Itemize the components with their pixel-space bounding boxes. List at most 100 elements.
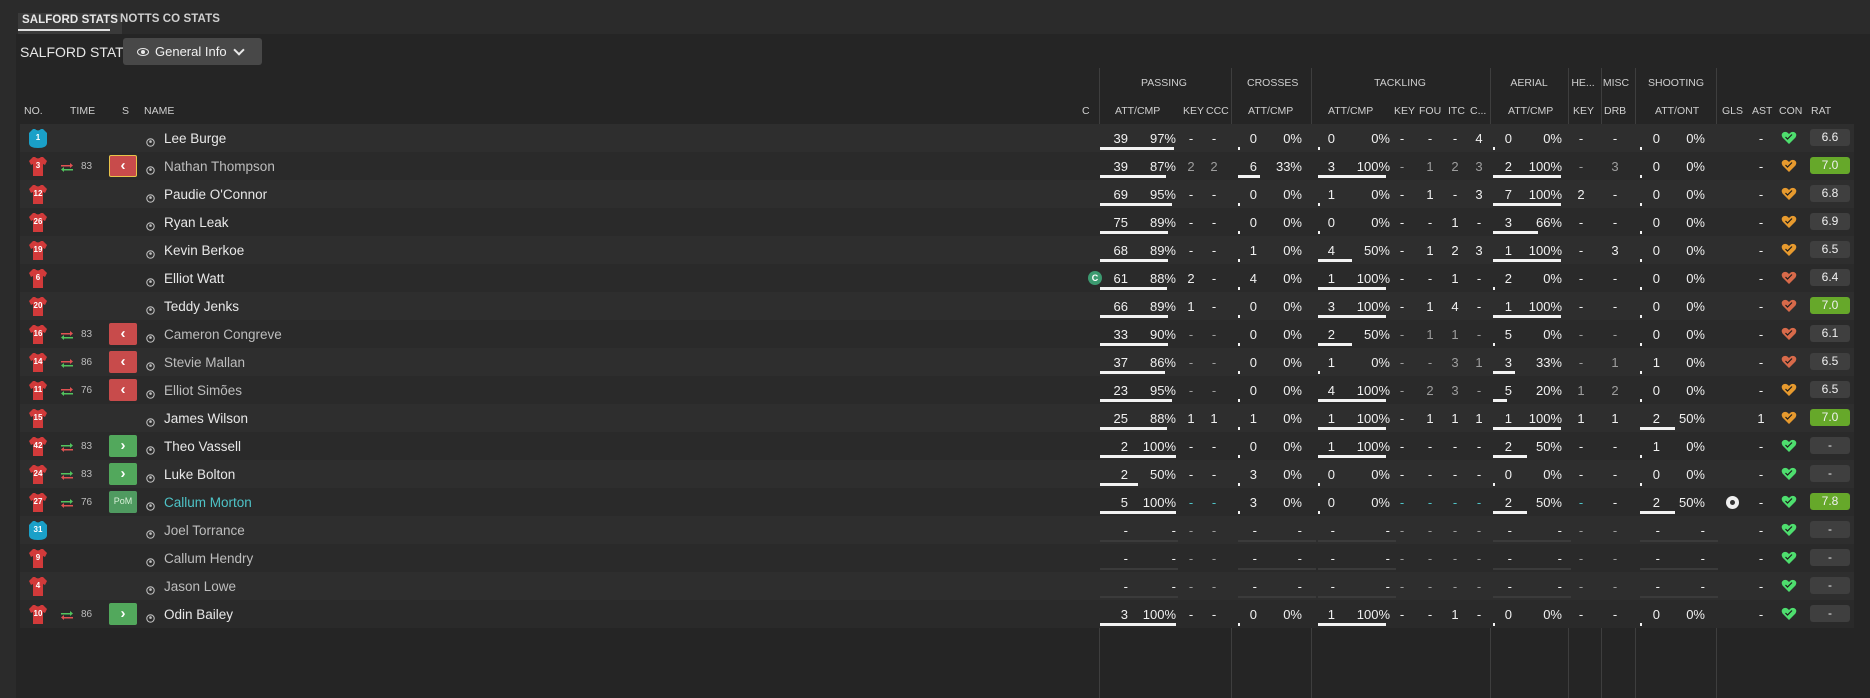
stat-sa: 0: [1652, 299, 1660, 314]
col-header-no[interactable]: NO.: [24, 105, 43, 117]
stat-tp: 100%: [1356, 299, 1390, 314]
col-header-drb[interactable]: DRB: [1604, 105, 1626, 117]
stat-ccc: -: [1211, 215, 1217, 230]
player-name[interactable]: Kevin Berkoe: [164, 243, 244, 258]
table-row[interactable]: 24 83 › Luke Bolton 2 50% - -3 0% 0 0% - - - -0 0% - -0 0%…: [20, 460, 1854, 488]
table-row[interactable]: 14 86 ‹ Stevie Mallan 37 86% - -0 0% 1 0% - -3 1 3 33% -…: [20, 348, 1854, 376]
view-selector-dropdown[interactable]: General Info: [123, 38, 262, 65]
player-name[interactable]: Callum Morton: [164, 495, 252, 510]
col-header-con[interactable]: CON: [1779, 105, 1802, 117]
shirt-number: 42: [33, 441, 43, 450]
table-row[interactable]: 20 Teddy Jenks 66 89% 1-0 0% 3 100% -1 4-1 100% - -0…: [20, 292, 1854, 320]
player-profile-icon: [146, 358, 155, 371]
col-header-ccc[interactable]: CCC: [1206, 105, 1229, 117]
col-header-s[interactable]: S: [122, 105, 129, 117]
player-name[interactable]: James Wilson: [164, 411, 248, 426]
table-row[interactable]: 19 Kevin Berkoe 68 89% - -1 0% 4 50% -1 2 3 1 100% -3 0…: [20, 236, 1854, 264]
shirt-icon: 16: [27, 323, 49, 345]
group-header-misc: MISC: [1602, 77, 1630, 89]
stat-ast: -: [1758, 355, 1764, 370]
match-rating: 7.0: [1810, 297, 1850, 314]
col-header-key[interactable]: KEY: [1183, 105, 1204, 117]
table-row[interactable]: 26 Ryan Leak 75 89% - -0 0% 0 0% - -1-3 66% - -0 0% -6.…: [20, 208, 1854, 236]
col-header-passing-att-cmp[interactable]: ATT/CMP: [1115, 105, 1160, 117]
col-header-gls[interactable]: GLS: [1722, 105, 1743, 117]
condition-heart-icon: [1781, 411, 1797, 425]
stat-itc: -: [1452, 495, 1458, 510]
col-header-time[interactable]: TIME: [70, 105, 95, 117]
stat-sa-completion-bar: [1640, 568, 1718, 570]
player-name[interactable]: Nathan Thompson: [164, 159, 275, 174]
player-name[interactable]: Stevie Mallan: [164, 355, 245, 370]
stat-key: -: [1188, 439, 1194, 454]
player-profile-icon: [146, 526, 155, 539]
stat-hk: -: [1578, 523, 1584, 538]
shirt-icon: 6: [27, 267, 49, 289]
stat-aa: -: [1507, 523, 1512, 538]
col-header-ast[interactable]: AST: [1752, 105, 1772, 117]
col-header-c2[interactable]: C...: [1470, 105, 1486, 117]
stat-pa: 5: [1120, 495, 1128, 510]
col-header-c[interactable]: C: [1082, 105, 1090, 117]
player-name[interactable]: Jason Lowe: [164, 579, 236, 594]
substitution-icon: [60, 468, 74, 480]
player-name[interactable]: Cameron Congreve: [164, 327, 282, 342]
player-name[interactable]: Paudie O'Connor: [164, 187, 267, 202]
player-name[interactable]: Lee Burge: [164, 131, 226, 146]
player-name[interactable]: Elliot Simões: [164, 383, 242, 398]
table-row[interactable]: 9 Callum Hendry - - - - - - - - - - - - - - - - - - - -: [20, 544, 1854, 572]
substitution-icon: [60, 328, 74, 340]
player-name[interactable]: Theo Vassell: [164, 439, 241, 454]
shirt-number: 26: [33, 217, 43, 226]
stat-pp: 100%: [1142, 495, 1176, 510]
col-header-tackling-key[interactable]: KEY: [1394, 105, 1415, 117]
player-name[interactable]: Joel Torrance: [164, 523, 245, 538]
col-header-fou[interactable]: FOU: [1419, 105, 1441, 117]
shirt-number: 1: [35, 133, 41, 142]
stat-c2: -: [1476, 467, 1482, 482]
player-name[interactable]: Luke Bolton: [164, 467, 235, 482]
substitution-icon: [60, 496, 74, 508]
player-name[interactable]: Callum Hendry: [164, 551, 253, 566]
stat-aa: -: [1507, 579, 1512, 594]
col-header-headers-key[interactable]: KEY: [1573, 105, 1594, 117]
player-name[interactable]: Odin Bailey: [164, 607, 233, 622]
col-header-name[interactable]: NAME: [144, 105, 174, 117]
col-header-shooting-att-ont[interactable]: ATT/ONT: [1655, 105, 1699, 117]
stat-tp: 0%: [1371, 187, 1390, 202]
col-header-itc[interactable]: ITC: [1448, 105, 1465, 117]
col-header-aerial-att-cmp[interactable]: ATT/CMP: [1508, 105, 1553, 117]
stat-pa-completion-bar: [1100, 596, 1178, 598]
stat-sa: 1: [1652, 355, 1660, 370]
stat-sa: -: [1655, 579, 1660, 594]
stat-hk: -: [1578, 607, 1584, 622]
table-row[interactable]: 11 76 ‹ Elliot Simões 23 95% - -0 0% 4 100% -2 3-5 20…: [20, 376, 1854, 404]
col-header-crosses-att-cmp[interactable]: ATT/CMP: [1248, 105, 1293, 117]
stat-ca: -: [1252, 551, 1257, 566]
stat-cp: 0%: [1283, 327, 1302, 342]
condition-heart-icon: [1781, 187, 1797, 201]
col-header-tackling-att-cmp[interactable]: ATT/CMP: [1328, 105, 1373, 117]
stat-ta-completion-bar: [1318, 455, 1386, 458]
table-row[interactable]: 15 James Wilson 25 88% 1 1 1 0% 1 100% -1 1 1 1 100% 1 1…: [20, 404, 1854, 432]
col-header-rat[interactable]: RAT: [1811, 105, 1831, 117]
table-row[interactable]: 42 83 › Theo Vassell 2 100% - -0 0% 1 100% - - - -2 50%…: [20, 432, 1854, 460]
player-name[interactable]: Teddy Jenks: [164, 299, 239, 314]
chevron-right-icon: ›: [120, 437, 126, 454]
table-row[interactable]: 31 Joel Torrance - - - - - - - - - - - - - - - - - - - -: [20, 516, 1854, 544]
table-row[interactable]: 6 Elliot Watt C 61 88% 2-4 0% 1 100% - -1-2 0% - -0 0%…: [20, 264, 1854, 292]
substitution-icon: [60, 160, 74, 172]
table-row[interactable]: 4 Jason Lowe - - - - - - - - - - - - - - - - - - - -: [20, 572, 1854, 600]
table-row[interactable]: 12 Paudie O'Connor 69 95% - -0 0% 1 0% -1-3 7 100% 2…: [20, 180, 1854, 208]
table-row[interactable]: 16 83 ‹ Cameron Congreve 33 90% - -0 0% 2 50% -1 1-5…: [20, 320, 1854, 348]
group-header-aerial: AERIAL: [1510, 77, 1548, 89]
stat-ca: 0: [1249, 383, 1257, 398]
table-row[interactable]: 3 83 ‹ Nathan Thompson 39 87% 2 2 6 33% 3 100% -1 2 3 2…: [20, 152, 1854, 180]
table-row[interactable]: 27 76 PoM Callum Morton 5 100% - -3 0% 0 0% - - - -2 50…: [20, 488, 1854, 516]
table-row[interactable]: 10 86 › Odin Bailey 3 100% - -0 0% 1 100% - -1-0 0% - -…: [20, 600, 1854, 628]
player-name[interactable]: Elliot Watt: [164, 271, 224, 286]
tab-notts-co-stats[interactable]: NOTTS CO STATS: [120, 13, 220, 25]
stat-ccc: -: [1211, 187, 1217, 202]
table-row[interactable]: 1 Lee Burge 39 97% - -0 0% 0 0% - - -4 0 0% - -0 0% -6.6: [20, 124, 1854, 152]
player-name[interactable]: Ryan Leak: [164, 215, 229, 230]
